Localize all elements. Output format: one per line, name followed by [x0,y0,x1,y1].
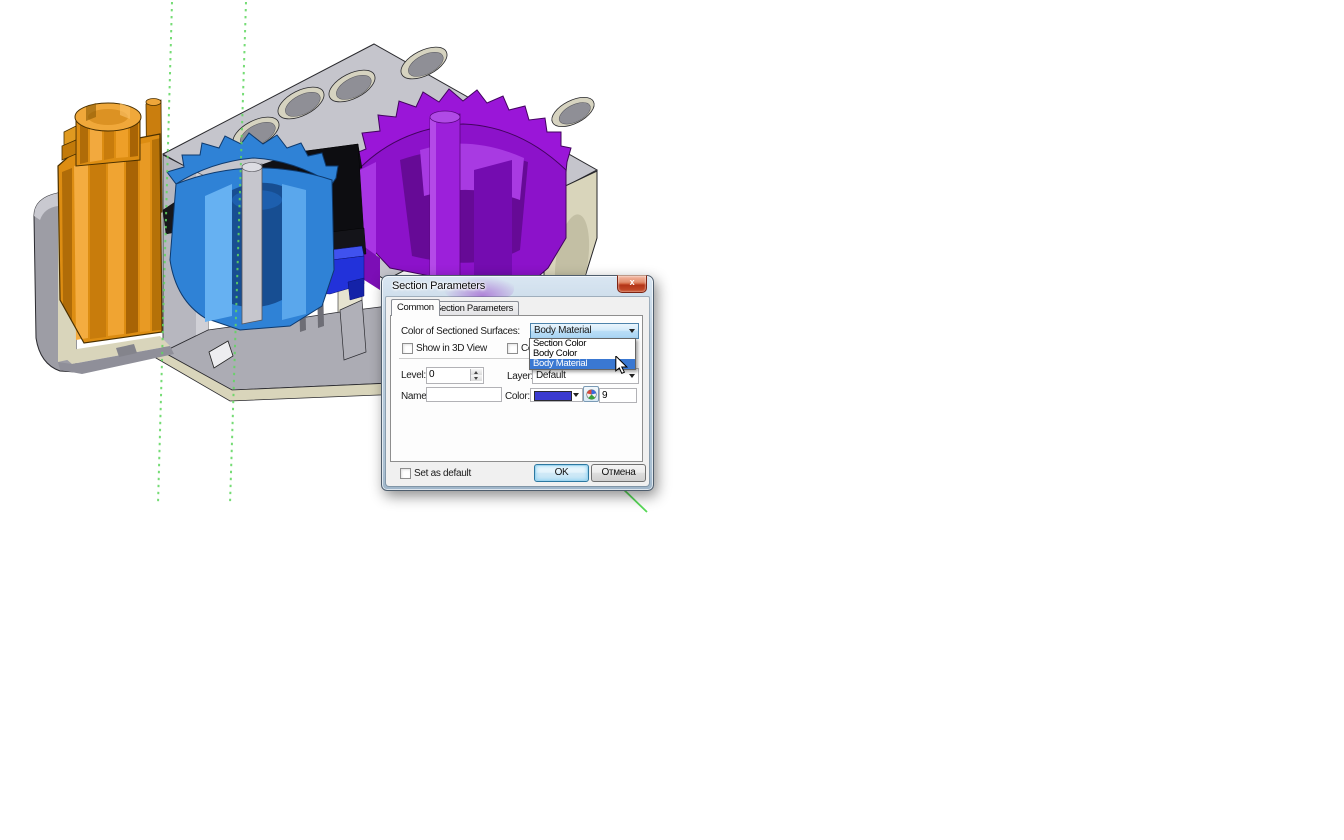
chevron-down-icon [573,393,579,397]
name-input[interactable] [426,387,502,402]
chevron-down-icon [629,329,635,333]
set-as-default-label: Set as default [414,468,471,479]
3d-model-viewport[interactable] [0,0,1344,840]
set-as-default-checkbox[interactable] [400,468,411,479]
spinner-down-icon[interactable] [471,375,482,381]
color-number-input[interactable] [599,388,637,403]
material-color-button[interactable] [583,386,599,402]
sectioned-surfaces-label: Color of Sectioned Surfaces: [401,326,520,337]
orange-shaft [58,99,162,344]
color-swatch-combobox[interactable] [530,388,583,402]
tab-common[interactable]: Common [391,299,440,316]
layer-label: Layer: [507,371,533,382]
level-field [426,367,484,384]
level-spinner [470,369,482,381]
show-in-3d-label: Show in 3D View [416,343,487,354]
chevron-down-icon [629,374,635,378]
blue-gear [167,133,338,330]
sectioned-surfaces-combobox[interactable]: Body Material [530,323,639,339]
ok-button[interactable]: OK [534,464,589,482]
show-in-3d-checkbox[interactable] [402,343,413,354]
cancel-button[interactable]: Отмена [591,464,646,482]
level-label: Level: [401,370,426,381]
tab-label: Common [397,302,434,313]
color-swatch [534,391,572,401]
color-label: Color: [505,391,530,402]
tab-label: Section Parameters [435,303,513,314]
combobox-value: Body Material [534,325,591,336]
close-button[interactable]: x [617,275,647,293]
material-color-icon [586,389,597,400]
truncated-checkbox[interactable] [507,343,518,354]
desktop: Section Parameters x Common Section Para… [0,0,1344,840]
close-icon: x [630,277,635,287]
level-input[interactable] [427,368,471,381]
mouse-cursor-icon [615,356,629,379]
dialog-title: Section Parameters [392,280,485,292]
tab-section-parameters[interactable]: Section Parameters [429,301,519,316]
section-parameters-dialog: Section Parameters x Common Section Para… [381,275,654,491]
housing-hole [547,91,598,132]
name-label: Name: [401,391,429,402]
combobox-value: Default [536,370,566,381]
dialog-client-area: Common Section Parameters Color of Secti… [386,297,649,486]
